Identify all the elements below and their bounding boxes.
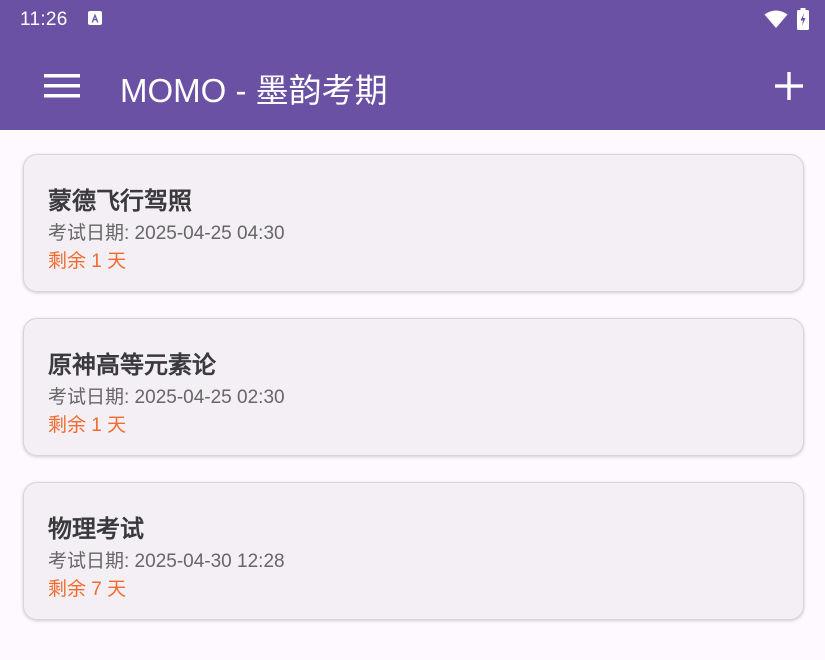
exam-card[interactable]: 原神高等元素论 考试日期: 2025-04-25 02:30 剩余 1 天	[23, 318, 804, 456]
status-bar: 11:26	[0, 0, 825, 40]
battery-charging-icon	[797, 8, 809, 34]
add-exam-button[interactable]	[762, 60, 814, 110]
exam-title: 原神高等元素论	[48, 351, 216, 379]
wifi-icon	[764, 10, 788, 33]
menu-button[interactable]	[36, 61, 88, 109]
exam-remaining-days: 剩余 7 天	[48, 579, 127, 600]
status-time: 11:26	[20, 9, 68, 30]
hamburger-menu-icon	[44, 74, 80, 98]
exam-date: 考试日期: 2025-04-30 12:28	[48, 551, 285, 572]
page-title: MOMO - 墨韵考期	[120, 72, 388, 109]
a-letter-icon	[88, 11, 102, 25]
exam-title: 物理考试	[48, 515, 144, 543]
exam-card[interactable]: 蒙德飞行驾照 考试日期: 2025-04-25 04:30 剩余 1 天	[23, 154, 804, 292]
exam-remaining-days: 剩余 1 天	[48, 415, 127, 436]
exam-date: 考试日期: 2025-04-25 04:30	[48, 223, 285, 244]
exam-card[interactable]: 物理考试 考试日期: 2025-04-30 12:28 剩余 7 天	[23, 482, 804, 620]
exam-title: 蒙德飞行驾照	[48, 187, 192, 215]
exam-date: 考试日期: 2025-04-25 02:30	[48, 387, 285, 408]
exam-remaining-days: 剩余 1 天	[48, 251, 127, 272]
plus-icon	[775, 72, 803, 100]
app-bar: MOMO - 墨韵考期	[0, 40, 825, 130]
